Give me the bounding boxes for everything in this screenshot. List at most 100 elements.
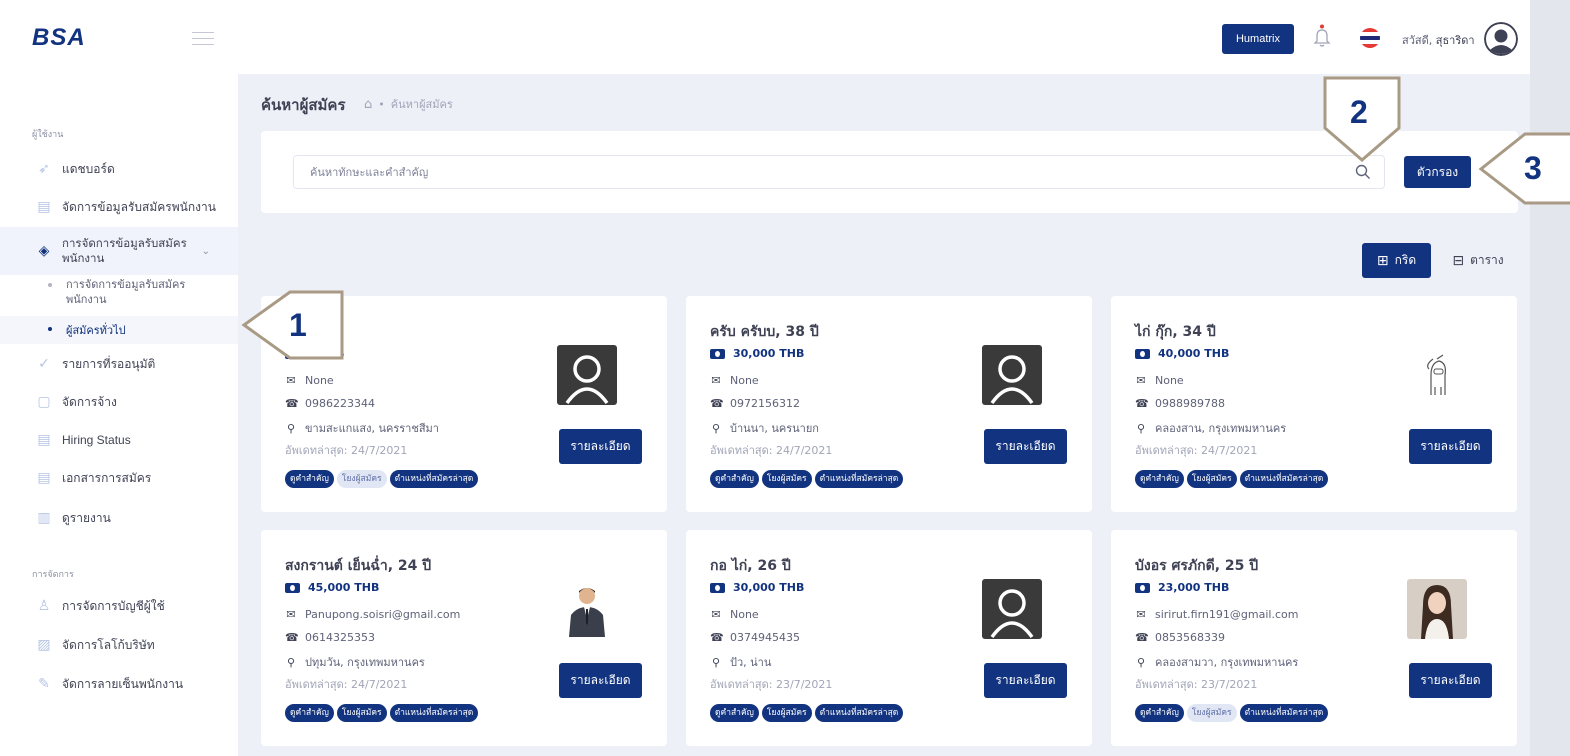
tag-keywords[interactable]: ดูคำสำคัญ: [710, 704, 759, 722]
phone-icon: ☎: [285, 631, 299, 644]
sidebar-item-hiring[interactable]: ▢ จัดการจ้าง: [0, 385, 238, 419]
candidate-updated: อัพเดทล่าสุด: 23/7/2021: [1135, 678, 1258, 691]
detail-button[interactable]: รายละเอียด: [559, 663, 642, 698]
phone-icon: ☎: [710, 631, 724, 644]
layers-icon: ◈: [38, 243, 50, 259]
section-title-user: ผู้ใช้งาน: [32, 130, 64, 140]
mail-icon: ✉: [711, 374, 721, 387]
sidebar-item-reports[interactable]: ▥ ดูรายงาน: [0, 501, 238, 535]
detail-button[interactable]: รายละเอียด: [984, 663, 1067, 698]
search-icon[interactable]: [1354, 163, 1372, 181]
candidate-updated: อัพเดทล่าสุด: 24/7/2021: [285, 678, 408, 691]
candidate-salary: 45,000 THB: [285, 581, 379, 594]
tag-latest-position[interactable]: ตำแหน่งที่สมัครล่าสุด: [814, 704, 904, 722]
candidate-phone: ☎ 0853568339: [1135, 631, 1225, 644]
sidebar-item-hiring-status[interactable]: ▤ Hiring Status: [0, 423, 238, 457]
mail-icon: ✉: [286, 608, 296, 621]
sidebar-subitem-general-applicants[interactable]: ผู้สมัครทั่วไป: [48, 321, 218, 339]
candidate-photo: [982, 345, 1042, 405]
sidebar-subitem-application-management[interactable]: การจัดการข้อมูลรับสมัคร พนักงาน: [48, 277, 218, 307]
callout-number-3: 3: [1524, 150, 1542, 186]
tag-latest-position[interactable]: ตำแหน่งที่สมัครล่าสุด: [389, 470, 479, 488]
tag-link-applicant[interactable]: โยงผู้สมัคร: [1186, 704, 1237, 722]
bell-icon[interactable]: [1312, 24, 1332, 48]
candidate-card[interactable]: กอ ไก่, 26 ปี 30,000 THB ✉ None ☎ 037494…: [686, 530, 1092, 746]
detail-button[interactable]: รายละเอียด: [1409, 429, 1492, 464]
thai-flag-icon[interactable]: [1360, 28, 1380, 48]
candidate-card[interactable]: สงกรานต์ เย็นฉ่ำ, 24 ปี 45,000 THB ✉ Pan…: [261, 530, 667, 746]
tag-latest-position[interactable]: ตำแหน่งที่สมัครล่าสุด: [389, 704, 479, 722]
chevron-down-icon: ⌄: [201, 245, 210, 257]
grid-icon: ⊞: [1376, 252, 1389, 269]
search-input[interactable]: [293, 155, 1385, 189]
candidate-updated: อัพเดทล่าสุด: 24/7/2021: [710, 444, 833, 457]
candidate-phone: ☎ 0972156312: [710, 397, 800, 410]
location-pin-icon: ⚲: [711, 421, 721, 435]
user-avatar[interactable]: [1484, 22, 1518, 56]
cash-icon: [285, 582, 300, 593]
tag-latest-position[interactable]: ตำแหน่งที่สมัครล่าสุด: [1239, 470, 1329, 488]
mail-icon: ✉: [1136, 608, 1146, 621]
home-icon[interactable]: ⌂: [364, 97, 372, 112]
user-greeting: สวัสดี, สุธาริดา: [1402, 34, 1475, 47]
candidate-salary: 40,000 THB: [1135, 347, 1229, 360]
candidate-location: ⚲ ขามสะแกแสง, นครราชสีมา: [286, 421, 439, 436]
candidate-card[interactable]: ครับ ครับบ, 38 ปี 30,000 THB ✉ None ☎ 09…: [686, 296, 1092, 512]
candidate-card[interactable]: ไก่ กุ๊ก, 34 ปี 40,000 THB ✉ None ☎ 0988…: [1111, 296, 1517, 512]
tag-keywords[interactable]: ดูคำสำคัญ: [285, 704, 334, 722]
folder-icon: ▢: [37, 394, 51, 410]
tag-keywords[interactable]: ดูคำสำคัญ: [710, 470, 759, 488]
detail-button[interactable]: รายละเอียด: [984, 429, 1067, 464]
candidate-name: ไก่ กุ๊ก, 34 ปี: [1135, 324, 1216, 340]
sidebar-item-application-management[interactable]: ◈ การจัดการข้อมูลรับสมัคร พนักงาน ⌄: [0, 227, 238, 275]
candidate-tags: ดูคำสำคัญ โยงผู้สมัคร ตำแหน่งที่สมัครล่า…: [710, 470, 904, 488]
sidebar-item-user-accounts[interactable]: ♙ การจัดการบัญชีผู้ใช้: [0, 589, 238, 623]
tag-keywords[interactable]: ดูคำสำคัญ: [285, 470, 334, 488]
grid-view-button[interactable]: ⊞ กริด: [1362, 243, 1431, 278]
tag-keywords[interactable]: ดูคำสำคัญ: [1135, 704, 1184, 722]
table-view-button[interactable]: ⊟ ตาราง: [1443, 243, 1513, 278]
callout-number-1: 1: [289, 307, 307, 343]
filter-button[interactable]: ตัวกรอง: [1404, 156, 1471, 188]
tag-latest-position[interactable]: ตำแหน่งที่สมัครล่าสุด: [814, 470, 904, 488]
tag-link-applicant[interactable]: โยงผู้สมัคร: [336, 470, 387, 488]
mail-icon: ✉: [286, 374, 296, 387]
candidate-salary: 23,000 THB: [1135, 581, 1229, 594]
tag-link-applicant[interactable]: โยงผู้สมัคร: [1186, 470, 1237, 488]
tag-link-applicant[interactable]: โยงผู้สมัคร: [336, 704, 387, 722]
report-icon: ▥: [37, 510, 51, 526]
sidebar-item-manage-applications[interactable]: ▤ จัดการข้อมูลรับสมัครพนักงาน: [0, 190, 238, 224]
cash-icon: [285, 348, 300, 359]
tag-link-applicant[interactable]: โยงผู้สมัคร: [761, 470, 812, 488]
location-pin-icon: ⚲: [1136, 421, 1146, 435]
detail-button[interactable]: รายละเอียด: [1409, 663, 1492, 698]
candidate-card[interactable]: บังอร ศรภักดี, 25 ปี 23,000 THB ✉ siriru…: [1111, 530, 1517, 746]
check-icon: ✓: [38, 356, 50, 372]
candidate-photo: [982, 579, 1042, 639]
candidate-email: ✉ None: [1136, 374, 1184, 387]
candidate-updated: อัพเดทล่าสุด: 23/7/2021: [710, 678, 833, 691]
candidate-tags: ดูคำสำคัญ โยงผู้สมัคร ตำแหน่งที่สมัครล่า…: [285, 704, 479, 722]
sidebar-item-documents[interactable]: ▤ เอกสารการสมัคร: [0, 461, 238, 495]
tag-keywords[interactable]: ดูคำสำคัญ: [1135, 470, 1184, 488]
rocket-icon: ➶: [38, 161, 50, 177]
sidebar-item-signatures[interactable]: ✎ จัดการลายเซ็นพนักงาน: [0, 667, 238, 701]
candidate-salary: 0 THB: [285, 347, 345, 360]
sidebar-item-company-logo[interactable]: ▨ จัดการโลโก้บริษัท: [0, 628, 238, 662]
sidebar-item-dashboard[interactable]: ➶ แดชบอร์ด: [0, 152, 238, 186]
section-title-manage: การจัดการ: [32, 570, 74, 580]
candidate-phone: ☎ 0988989788: [1135, 397, 1225, 410]
tag-latest-position[interactable]: ตำแหน่งที่สมัครล่าสุด: [1239, 704, 1329, 722]
cash-icon: [710, 348, 725, 359]
phone-icon: ☎: [1135, 397, 1149, 410]
menu-toggle-icon[interactable]: [192, 32, 214, 48]
candidate-tags: ดูคำสำคัญ โยงผู้สมัคร ตำแหน่งที่สมัครล่า…: [710, 704, 904, 722]
cash-icon: [710, 582, 725, 593]
brand-logo[interactable]: BSA: [32, 24, 86, 52]
tag-link-applicant[interactable]: โยงผู้สมัคร: [761, 704, 812, 722]
detail-button[interactable]: รายละเอียด: [559, 429, 642, 464]
candidate-card[interactable]: 2 ปี 0 THB ✉ None ☎ 0986223344 ⚲ ขามสะแก…: [261, 296, 667, 512]
sidebar-item-pending-approval[interactable]: ✓ รายการที่รออนุมัติ: [0, 347, 238, 381]
humatrix-button[interactable]: Humatrix: [1222, 24, 1294, 54]
location-pin-icon: ⚲: [286, 655, 296, 669]
